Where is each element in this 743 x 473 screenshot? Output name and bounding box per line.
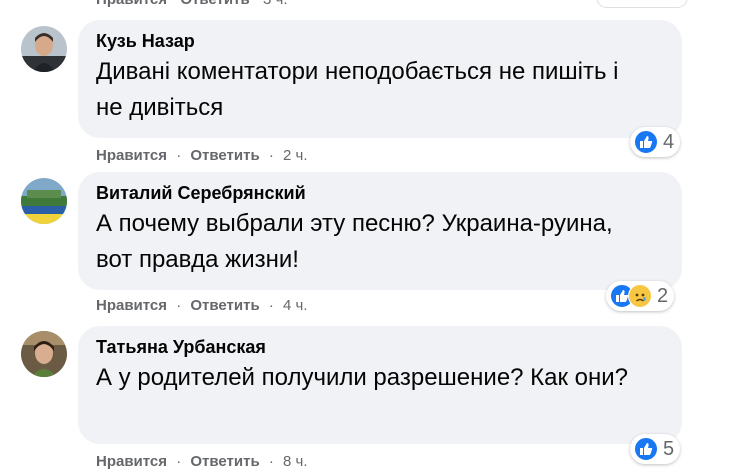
reaction-badge[interactable]: 2 [606,281,675,311]
like-icon [634,130,658,154]
comment-bubble: Кузь Назар Дивані коментатори неподобаєт… [78,20,682,138]
previous-reaction-badge[interactable] [596,0,688,8]
separator: · [268,453,274,470]
separator: · [176,297,182,314]
comment-actions: Нравится · Ответить · 8 ч. [96,453,308,470]
reaction-badge[interactable]: 4 [630,127,681,157]
like-link[interactable]: Нравится [96,297,167,314]
like-link[interactable]: Нравится [96,453,167,470]
reply-link[interactable]: Ответить [190,453,259,470]
reply-link[interactable]: Ответить [190,147,259,164]
separator: · [254,0,259,8]
like-link[interactable]: Нравится [96,147,167,164]
separator: · [176,147,182,164]
separator: · [268,147,274,164]
reaction-count: 2 [657,284,669,307]
avatar[interactable] [21,26,67,72]
separator: · [176,453,182,470]
like-link[interactable]: Нравится [96,0,167,8]
comment-author[interactable]: Виталий Серебрянский [96,182,664,204]
reaction-badge[interactable]: 5 [630,434,681,464]
reply-link[interactable]: Ответить [190,297,259,314]
timestamp-link[interactable]: 3 ч. [263,0,288,8]
timestamp-link[interactable]: 4 ч. [283,297,308,314]
reaction-count: 4 [663,130,675,153]
comment-text: А почему выбрали эту песню? Украина-руин… [96,210,613,273]
comment-actions: Нравится · Ответить · 4 ч. [96,297,308,314]
comment-text: Дивані коментатори неподобається не пиші… [96,58,619,121]
comment-author[interactable]: Татьяна Урбанская [96,336,664,358]
sad-icon [628,284,652,308]
avatar[interactable] [21,331,67,377]
comment-bubble: Татьяна Урбанская А у родителей получили… [78,326,682,444]
comment-text: А у родителей получили разрешение? Как о… [96,364,629,391]
comment-actions: Нравится · Ответить · 2 ч. [96,147,308,164]
reply-link[interactable]: Ответить [180,0,249,8]
separator: · [268,297,274,314]
comment-bubble: Виталий Серебрянский А почему выбрали эт… [78,172,682,290]
timestamp-link[interactable]: 2 ч. [283,147,308,164]
avatar[interactable] [21,178,67,224]
separator: · [171,0,176,8]
timestamp-link[interactable]: 8 ч. [283,453,308,470]
like-icon [634,437,658,461]
previous-comment-actions: Нравится · Ответить · 3 ч. [96,0,288,8]
comment-author[interactable]: Кузь Назар [96,30,664,52]
reaction-count: 5 [663,437,675,460]
